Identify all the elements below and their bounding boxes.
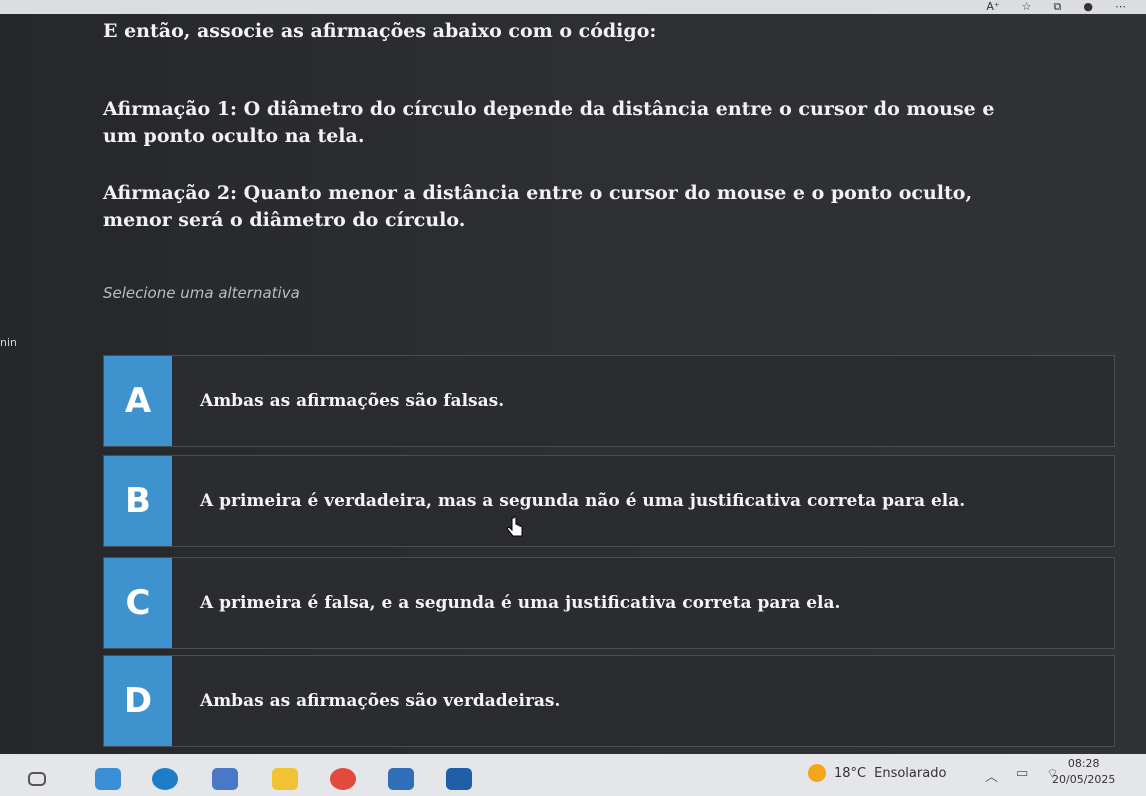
file-explorer-icon[interactable]: [272, 768, 298, 790]
task-view-icon[interactable]: [28, 772, 46, 786]
clock-time: 08:28: [1067, 757, 1100, 770]
clock-date: 20/05/2025: [1052, 773, 1116, 786]
more-icon[interactable]: ⋯: [1115, 0, 1126, 14]
clock[interactable]: 08:28 20/05/2025: [1052, 756, 1115, 788]
option-text: A primeira é falsa, e a segunda é uma ju…: [200, 593, 841, 613]
option-text: A primeira é verdadeira, mas a segunda n…: [200, 491, 966, 511]
system-tray: ︿ ▭ ⌔: [985, 766, 1059, 785]
option-letter-badge: C: [104, 558, 172, 648]
chevron-up-icon[interactable]: ︿: [985, 766, 998, 785]
sun-icon: [808, 764, 826, 782]
display-icon[interactable]: ▭: [1016, 766, 1028, 785]
option-d[interactable]: D Ambas as afirmações são verdadeiras.: [103, 655, 1115, 747]
select-prompt: Selecione uma alternativa: [103, 284, 300, 302]
option-letter-badge: B: [104, 456, 172, 546]
weather-widget[interactable]: 18°C Ensolarado: [808, 764, 946, 782]
edge-browser-icon[interactable]: [152, 768, 178, 790]
browser-toolbar-icons: A⁺ ☆ ⧉ ● ⋯: [986, 0, 1126, 14]
windows-taskbar: 18°C Ensolarado ︿ ▭ ⌔ 08:28 20/05/2025: [0, 754, 1146, 796]
cut-off-text: nin: [0, 336, 17, 349]
option-text: Ambas as afirmações são falsas.: [200, 391, 505, 411]
option-c[interactable]: C A primeira é falsa, e a segunda é uma …: [103, 557, 1115, 649]
statement-2: Afirmação 2: Quanto menor a distância en…: [103, 182, 973, 231]
option-letter-badge: A: [104, 356, 172, 446]
option-a[interactable]: A Ambas as afirmações são falsas.: [103, 355, 1115, 447]
collections-icon[interactable]: ⧉: [1054, 0, 1062, 14]
read-aloud-icon[interactable]: A⁺: [986, 0, 999, 14]
copilot-icon[interactable]: [95, 768, 121, 790]
option-letter-badge: D: [104, 656, 172, 746]
weather-condition: Ensolarado: [874, 765, 947, 781]
temperature: 18°C: [834, 765, 867, 781]
mail-icon[interactable]: [446, 768, 472, 790]
browser-toolbar: A⁺ ☆ ⧉ ● ⋯: [0, 0, 1146, 14]
question-intro: E então, associe as afirmações abaixo co…: [103, 20, 657, 42]
question-page: E então, associe as afirmações abaixo co…: [0, 14, 1146, 754]
hand-cursor-icon: [506, 516, 523, 537]
option-text: Ambas as afirmações são verdadeiras.: [200, 691, 561, 711]
statement-1: Afirmação 1: O diâmetro do círculo depen…: [103, 98, 995, 147]
option-b[interactable]: B A primeira é verdadeira, mas a segunda…: [103, 455, 1115, 547]
store-icon[interactable]: [212, 768, 238, 790]
favorite-star-icon[interactable]: ☆: [1022, 0, 1032, 14]
chrome-icon[interactable]: [330, 768, 356, 790]
app-icon[interactable]: [388, 768, 414, 790]
profile-avatar-icon[interactable]: ●: [1083, 0, 1093, 14]
